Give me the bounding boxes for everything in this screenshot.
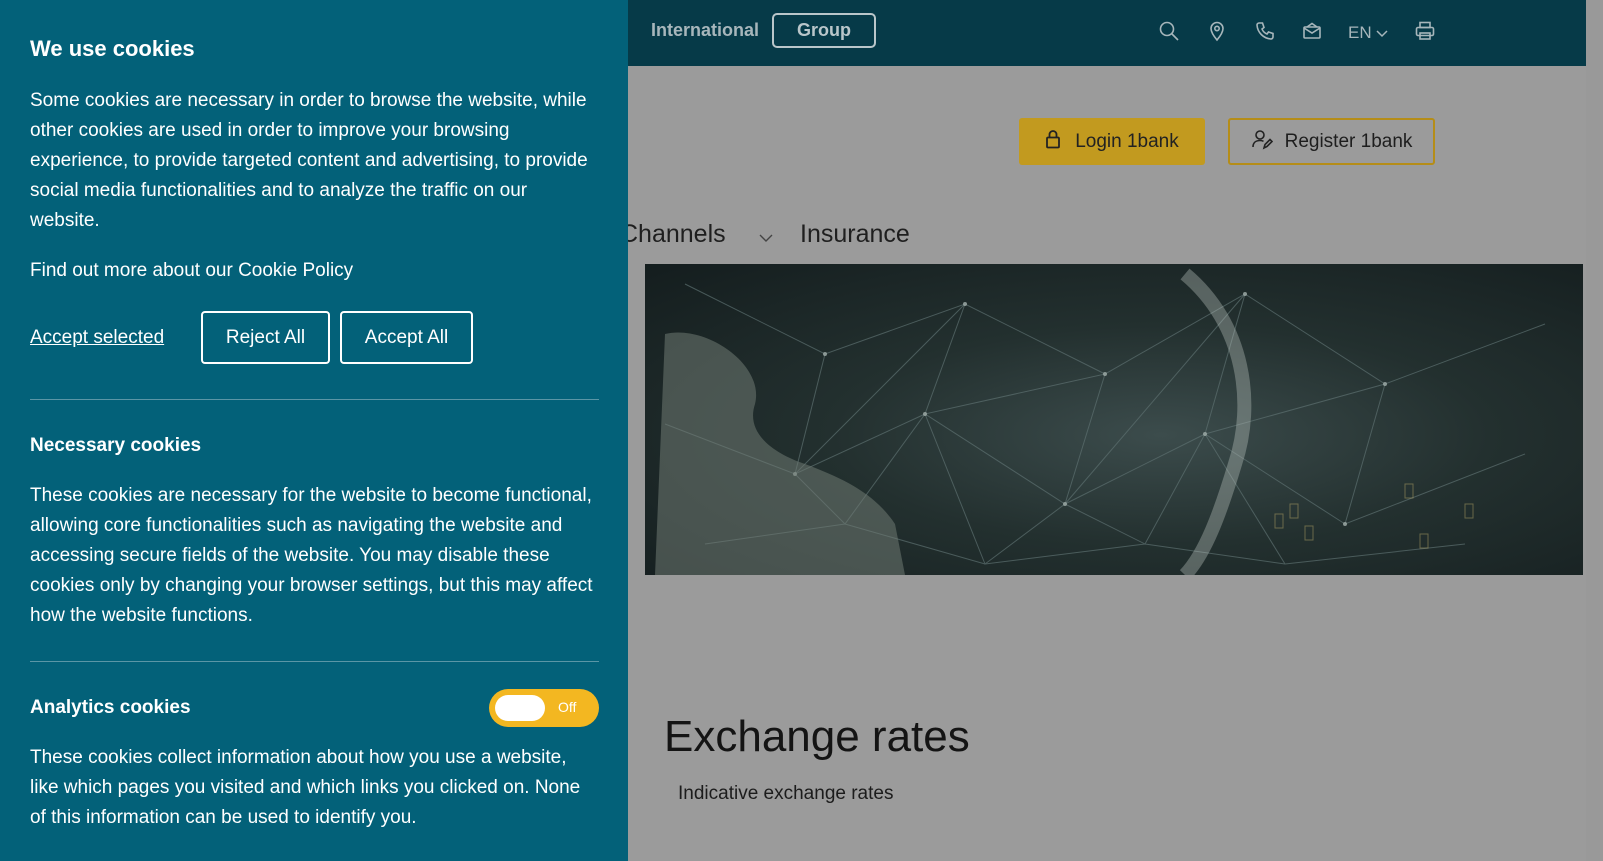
accept-selected-link[interactable]: Accept selected (30, 327, 164, 349)
cookie-consent-panel: We use cookies Some cookies are necessar… (0, 0, 628, 861)
cookie-intro-text: Some cookies are necessary in order to b… (30, 90, 588, 231)
register-button[interactable]: Register 1bank (1228, 118, 1435, 165)
analytics-cookies-text: These cookies collect information about … (30, 747, 581, 828)
lock-icon (1045, 129, 1061, 155)
language-label: EN (1348, 23, 1372, 42)
phone-icon[interactable] (1254, 20, 1276, 42)
analytics-cookies-title: Analytics cookies (30, 697, 191, 718)
necessary-cookies-text: These cookies are necessary for the webs… (30, 485, 593, 626)
login-label: Login 1bank (1075, 130, 1179, 152)
analytics-toggle[interactable]: Off (489, 689, 599, 727)
toggle-knob (495, 695, 545, 721)
page-title: Exchange rates (664, 712, 970, 761)
user-edit-icon (1251, 128, 1273, 156)
chevron-down-icon (759, 230, 773, 248)
toggle-state-label: Off (558, 699, 577, 715)
accept-all-button[interactable]: Accept All (340, 311, 473, 364)
international-link[interactable]: International (651, 20, 759, 41)
hero-image (645, 264, 1583, 575)
necessary-cookies-title: Necessary cookies (30, 435, 202, 456)
location-pin-icon[interactable] (1206, 20, 1228, 42)
mail-icon[interactable] (1301, 20, 1323, 42)
group-button[interactable]: Group (772, 13, 876, 48)
search-icon[interactable] (1158, 20, 1180, 42)
nav-item-insurance[interactable]: Insurance (800, 220, 910, 249)
nav-item-channels[interactable]: Channels (620, 220, 726, 249)
cookie-policy-link[interactable]: Find out more about our Cookie Policy (30, 256, 599, 286)
register-label: Register 1bank (1284, 130, 1413, 152)
globe-network-illustration (655, 268, 1546, 575)
page-subtitle: Indicative exchange rates (678, 783, 894, 804)
divider (30, 661, 599, 662)
chevron-down-icon (1376, 23, 1388, 43)
login-button[interactable]: Login 1bank (1019, 118, 1205, 165)
cookie-title: We use cookies (30, 36, 195, 61)
reject-all-button[interactable]: Reject All (201, 311, 330, 364)
divider (30, 399, 599, 400)
language-selector[interactable]: EN (1348, 23, 1388, 43)
printer-icon[interactable] (1414, 20, 1436, 42)
cookie-actions: Accept selected Reject All Accept All (30, 311, 599, 365)
